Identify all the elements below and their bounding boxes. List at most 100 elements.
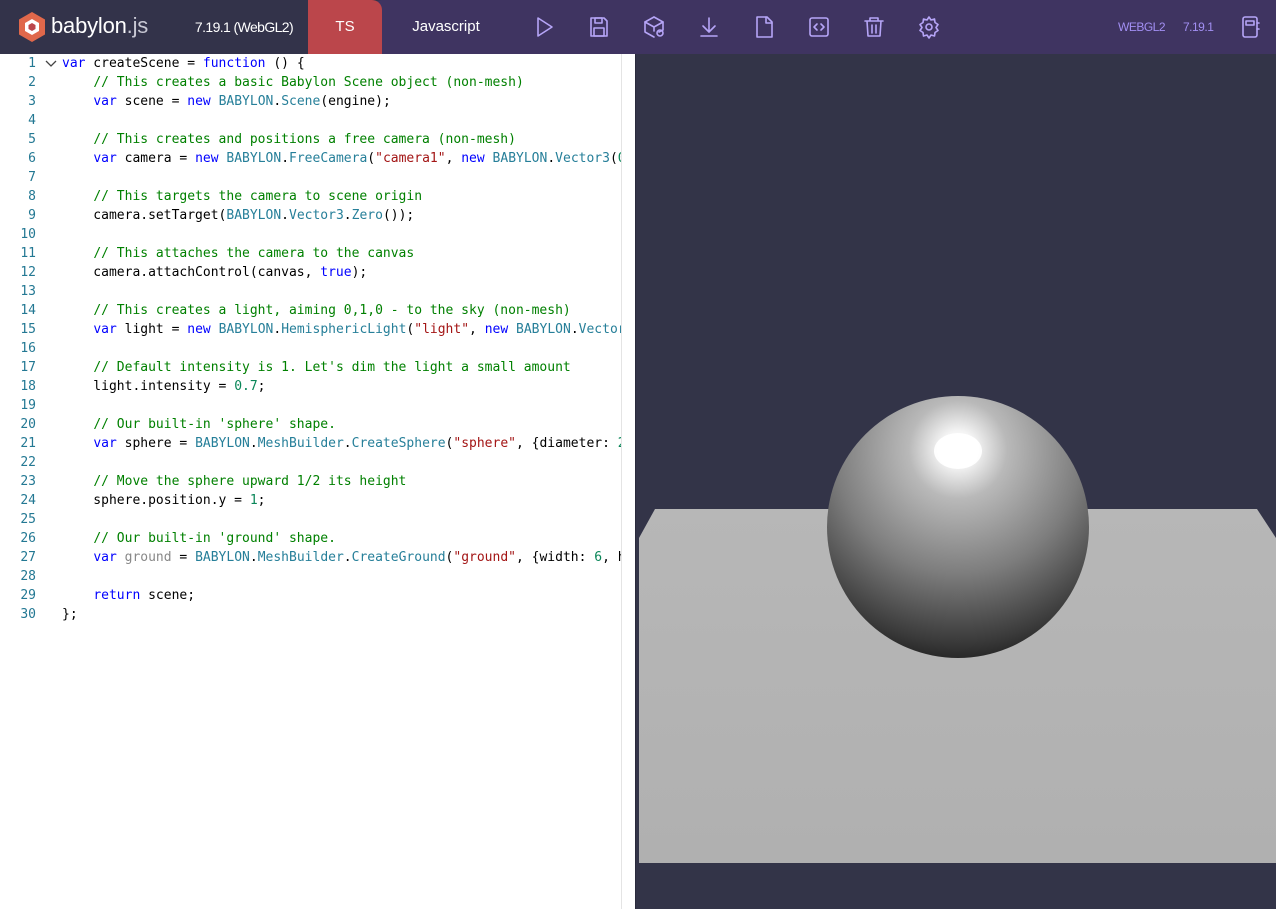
line-number: 2 xyxy=(28,75,36,90)
line-number: 7 xyxy=(28,170,36,185)
line-number: 21 xyxy=(20,436,36,451)
top-toolbar: babylon.js 7.19.1 (WebGL2) Javascript TS… xyxy=(0,0,1276,54)
cube-gear-icon[interactable] xyxy=(642,15,666,39)
code-line[interactable]: 4 xyxy=(0,111,622,130)
engine-label[interactable]: WEBGL2 xyxy=(1118,0,1166,54)
code-line[interactable]: 28 xyxy=(0,567,622,586)
line-number: 16 xyxy=(20,341,36,356)
tab-javascript[interactable]: Javascript xyxy=(372,0,520,54)
code-line[interactable]: 7 xyxy=(0,168,622,187)
line-number: 30 xyxy=(20,607,36,622)
code-line[interactable]: 3 var scene = new BABYLON.Scene(engine); xyxy=(0,92,622,111)
code-line[interactable]: 23 // Move the sphere upward 1/2 its hei… xyxy=(0,472,622,491)
code-line[interactable]: 8 // This targets the camera to scene or… xyxy=(0,187,622,206)
code-text: sphere.position.y = 1; xyxy=(62,493,266,508)
line-number: 22 xyxy=(20,455,36,470)
code-line[interactable]: 18 light.intensity = 0.7; xyxy=(0,377,622,396)
code-text: // This attaches the camera to the canva… xyxy=(93,246,415,261)
new-file-icon[interactable] xyxy=(752,15,776,39)
code-text: }; xyxy=(62,607,78,622)
code-line[interactable]: 15 var light = new BABYLON.HemisphericLi… xyxy=(0,320,622,339)
code-line[interactable]: 19 xyxy=(0,396,622,415)
code-line[interactable]: 30}; xyxy=(0,605,622,624)
line-number: 26 xyxy=(20,531,36,546)
code-text: // Our built-in 'sphere' shape. xyxy=(93,417,336,432)
line-number: 8 xyxy=(28,189,36,204)
code-line[interactable]: 13 xyxy=(0,282,622,301)
code-line[interactable]: 10 xyxy=(0,225,622,244)
code-text: // Move the sphere upward 1/2 its height xyxy=(93,474,407,489)
code-line[interactable]: 17 // Default intensity is 1. Let's dim … xyxy=(0,358,622,377)
code-line[interactable]: 21 var sphere = BABYLON.MeshBuilder.Crea… xyxy=(0,434,622,453)
download-icon[interactable] xyxy=(697,15,721,39)
line-number: 17 xyxy=(20,360,36,375)
code-line[interactable]: 1 var createScene = function () { xyxy=(0,54,622,73)
code-line[interactable]: 26 // Our built-in 'ground' shape. xyxy=(0,529,622,548)
code-text: light.intensity = 0.7; xyxy=(62,379,266,394)
line-number: 5 xyxy=(28,132,36,147)
code-line[interactable]: 27 var ground = BABYLON.MeshBuilder.Crea… xyxy=(0,548,622,567)
code-text: // This creates a basic Babylon Scene ob… xyxy=(93,75,524,90)
line-number: 13 xyxy=(20,284,36,299)
code-line[interactable]: 2 // This creates a basic Babylon Scene … xyxy=(0,73,622,92)
brand-name[interactable]: babylon.js xyxy=(51,13,148,39)
code-line[interactable]: 6 var camera = new BABYLON.FreeCamera("c… xyxy=(0,149,622,168)
line-number: 12 xyxy=(20,265,36,280)
code-icon[interactable] xyxy=(807,15,831,39)
code-text: // This creates and positions a free cam… xyxy=(93,132,516,147)
version-short-label[interactable]: 7.19.1 xyxy=(1183,0,1214,54)
code-line[interactable]: 24 sphere.position.y = 1; xyxy=(0,491,622,510)
line-number: 3 xyxy=(28,94,36,109)
code-text: var createScene = function () { xyxy=(62,56,305,71)
code-line[interactable]: 14 // This creates a light, aiming 0,1,0… xyxy=(0,301,622,320)
code-line[interactable]: 29 return scene; xyxy=(0,586,622,605)
version-selector[interactable]: 7.19.1 (WebGL2) xyxy=(188,0,300,54)
line-number: 14 xyxy=(20,303,36,318)
brand-main: babylon xyxy=(51,13,127,38)
code-line[interactable]: 16 xyxy=(0,339,622,358)
line-number: 4 xyxy=(28,113,36,128)
line-number: 28 xyxy=(20,569,36,584)
fold-chevron-down-icon[interactable] xyxy=(44,58,58,70)
tab-typescript[interactable]: TS xyxy=(308,0,382,54)
code-text: var camera = new BABYLON.FreeCamera("cam… xyxy=(93,151,622,166)
editor-scrollbar[interactable] xyxy=(621,54,635,909)
code-text: // Default intensity is 1. Let's dim the… xyxy=(93,360,571,375)
code-text: var scene = new BABYLON.Scene(engine); xyxy=(93,94,391,109)
code-text: // This creates a light, aiming 0,1,0 - … xyxy=(93,303,571,318)
line-number: 15 xyxy=(20,322,36,337)
line-number: 25 xyxy=(20,512,36,527)
save-icon[interactable] xyxy=(587,15,611,39)
play-icon[interactable] xyxy=(532,15,556,39)
code-text: var sphere = BABYLON.MeshBuilder.CreateS… xyxy=(93,436,622,451)
code-line[interactable]: 11 // This attaches the camera to the ca… xyxy=(0,244,622,263)
trash-icon[interactable] xyxy=(862,15,886,39)
code-line[interactable]: 9 camera.setTarget(BABYLON.Vector3.Zero(… xyxy=(0,206,622,225)
code-line[interactable]: 5 // This creates and positions a free c… xyxy=(0,130,622,149)
code-text: // Our built-in 'ground' shape. xyxy=(93,531,336,546)
render-canvas[interactable] xyxy=(636,54,1276,909)
line-number: 10 xyxy=(20,227,36,242)
brand-suffix: .js xyxy=(126,13,149,38)
line-number: 23 xyxy=(20,474,36,489)
sphere-highlight xyxy=(934,433,982,469)
settings-icon[interactable] xyxy=(917,15,941,39)
code-text: camera.setTarget(BABYLON.Vector3.Zero())… xyxy=(62,208,415,223)
code-line[interactable]: 20 // Our built-in 'sphere' shape. xyxy=(0,415,622,434)
babylon-logo-icon[interactable] xyxy=(17,11,47,43)
line-number: 6 xyxy=(28,151,36,166)
code-text: return scene; xyxy=(93,588,196,603)
code-line[interactable]: 12 camera.attachControl(canvas, true); xyxy=(0,263,622,282)
line-number: 24 xyxy=(20,493,36,508)
line-number: 1 xyxy=(28,56,36,71)
code-line[interactable]: 22 xyxy=(0,453,622,472)
code-text: var ground = BABYLON.MeshBuilder.CreateG… xyxy=(93,550,622,565)
line-number: 19 xyxy=(20,398,36,413)
line-number: 18 xyxy=(20,379,36,394)
code-text: var light = new BABYLON.HemisphericLight… xyxy=(93,322,622,337)
scene-render xyxy=(639,396,1276,863)
notebook-icon[interactable] xyxy=(1238,15,1262,39)
code-line[interactable]: 25 xyxy=(0,510,622,529)
code-editor[interactable]: 1 var createScene = function () { 2 // Thi… xyxy=(0,54,622,909)
code-text: // This targets the camera to scene orig… xyxy=(93,189,423,204)
